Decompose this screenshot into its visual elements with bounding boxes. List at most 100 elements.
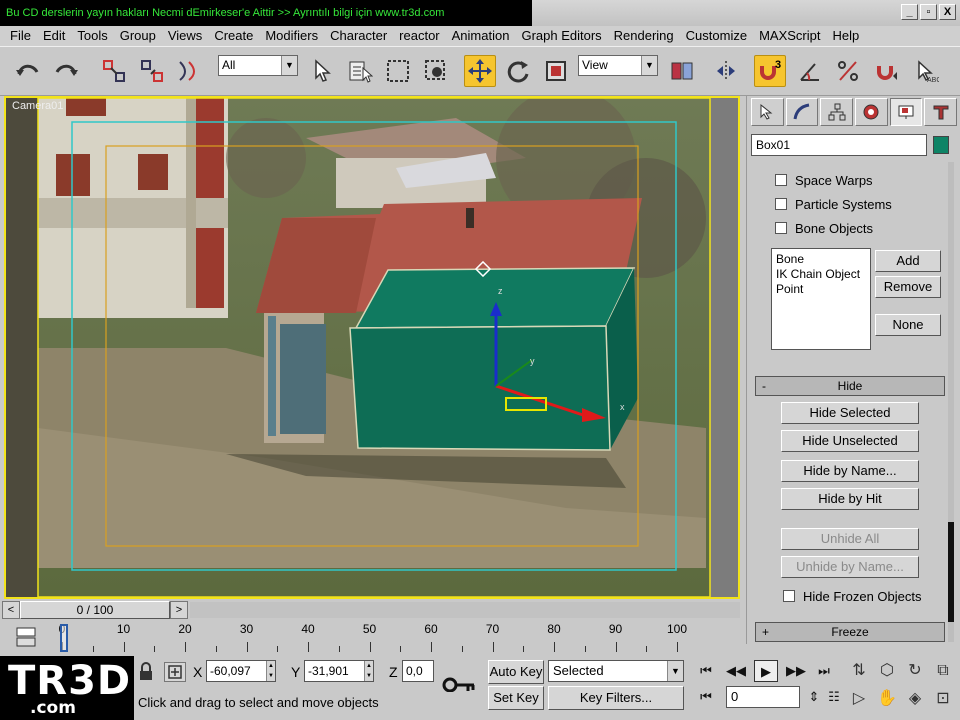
z-coordinate-field[interactable]: 0,0 — [402, 660, 434, 682]
undo-icon[interactable] — [12, 55, 44, 87]
unhide-all-button[interactable]: Unhide All — [781, 528, 919, 550]
track-bar-toggle-icon[interactable] — [14, 624, 40, 650]
mirror-icon[interactable] — [710, 55, 742, 87]
select-and-link-icon[interactable] — [98, 55, 130, 87]
menu-group[interactable]: Group — [114, 26, 162, 46]
redo-icon[interactable] — [50, 55, 82, 87]
lock-icon[interactable] — [138, 662, 154, 682]
named-selection-icon[interactable]: ABC — [910, 55, 942, 87]
current-frame-field[interactable]: 0 — [726, 686, 800, 708]
object-color-swatch[interactable] — [933, 136, 949, 154]
minimize-button[interactable]: _ — [901, 4, 918, 20]
play-icon[interactable]: ▶ — [754, 660, 778, 682]
viewport-label[interactable]: Camera01 — [12, 100, 63, 112]
hide-frozen-checkbox-row[interactable]: Hide Frozen Objects — [783, 586, 922, 606]
x-coordinate-field[interactable]: -60,097 ▲ ▼ — [206, 660, 276, 682]
hide-selected-button[interactable]: Hide Selected — [781, 402, 919, 424]
time-configuration-icon[interactable]: ☷ — [822, 686, 846, 708]
menu-file[interactable]: File — [4, 26, 37, 46]
none-button[interactable]: None — [875, 314, 941, 336]
field-of-view-icon[interactable]: ▷ — [846, 686, 872, 712]
bind-spacewarp-icon[interactable] — [174, 55, 206, 87]
restore-button[interactable]: ▫ — [920, 4, 937, 20]
key-mode-toggle-icon[interactable]: ⏮ — [694, 686, 718, 708]
menu-customize[interactable]: Customize — [680, 26, 753, 46]
select-by-name-icon[interactable] — [344, 55, 376, 87]
hide-rollout-header[interactable]: - Hide — [755, 376, 945, 396]
unhide-by-name-button[interactable]: Unhide by Name... — [781, 556, 919, 578]
key-set-dropdown[interactable]: Selected ▼ — [548, 660, 684, 682]
track-bar[interactable]: 0102030405060708090100 — [0, 620, 746, 656]
hide-unselected-button[interactable]: Hide Unselected — [781, 430, 919, 452]
zoom-icon[interactable]: ⇅ — [846, 658, 872, 684]
frame-ruler[interactable]: 0102030405060708090100 — [59, 620, 687, 656]
hide-by-name-button[interactable]: Hide by Name... — [781, 460, 919, 482]
time-slider-track[interactable] — [190, 602, 740, 618]
list-item[interactable]: Point — [776, 282, 866, 297]
motion-tab-icon[interactable] — [855, 98, 888, 126]
create-tab-icon[interactable] — [751, 98, 784, 126]
selection-filter-dropdown[interactable]: All ▼ — [218, 55, 298, 76]
particle-systems-checkbox-row[interactable]: Particle Systems — [775, 194, 892, 214]
select-and-rotate-icon[interactable] — [502, 55, 534, 87]
bone-objects-checkbox[interactable] — [775, 222, 787, 234]
freeze-rollout-header[interactable]: + Freeze — [755, 622, 945, 642]
menu-edit[interactable]: Edit — [37, 26, 71, 46]
maximize-viewport-icon[interactable]: ⊡ — [930, 686, 956, 712]
time-slider-thumb[interactable]: 0 / 100 — [20, 601, 170, 619]
select-object-icon[interactable] — [306, 55, 338, 87]
arc-rotate-icon[interactable]: ◈ — [902, 686, 928, 712]
y-coordinate-field[interactable]: -31,901 ▲ ▼ — [304, 660, 374, 682]
zoom-all-icon[interactable]: ⬡ — [874, 658, 900, 684]
next-frame-arrow[interactable]: > — [170, 601, 188, 619]
modify-tab-icon[interactable] — [785, 98, 819, 126]
space-warps-checkbox[interactable] — [775, 174, 787, 186]
spinner-snap-icon[interactable] — [870, 55, 902, 87]
menu-rendering[interactable]: Rendering — [608, 26, 680, 46]
orbit-icon[interactable]: ↻ — [902, 658, 928, 684]
angle-snap-icon[interactable] — [794, 55, 826, 87]
menu-maxscript[interactable]: MAXScript — [753, 26, 826, 46]
go-to-end-icon[interactable]: ⏭ — [812, 660, 836, 682]
scrollbar-thumb[interactable] — [948, 522, 954, 622]
current-frame-marker[interactable] — [60, 624, 68, 652]
select-and-scale-icon[interactable] — [540, 55, 572, 87]
bone-objects-checkbox-row[interactable]: Bone Objects — [775, 218, 873, 238]
object-name-field[interactable]: Box01 — [751, 134, 927, 156]
close-button[interactable]: X — [939, 4, 956, 20]
camera-viewport[interactable]: z y x Camera01 — [4, 96, 740, 599]
snap-3d-icon[interactable]: 3 — [754, 55, 786, 87]
rectangular-region-icon[interactable] — [382, 55, 414, 87]
spinner-icon[interactable]: ▲ ▼ — [364, 661, 373, 681]
particle-systems-checkbox[interactable] — [775, 198, 787, 210]
list-item[interactable]: IK Chain Object — [776, 267, 866, 282]
object-type-list[interactable]: Bone IK Chain Object Point — [771, 248, 871, 350]
go-to-start-icon[interactable]: ⏮ — [694, 660, 718, 682]
menu-animation[interactable]: Animation — [446, 26, 516, 46]
set-key-button[interactable]: Set Key — [488, 686, 544, 710]
pan-icon[interactable]: ✋ — [874, 686, 900, 712]
list-item[interactable]: Bone — [776, 252, 866, 267]
prev-frame-arrow[interactable]: < — [2, 601, 20, 619]
add-button[interactable]: Add — [875, 250, 941, 272]
utilities-tab-icon[interactable] — [924, 98, 958, 126]
percent-snap-icon[interactable] — [832, 55, 864, 87]
pivot-center-icon[interactable] — [666, 55, 698, 87]
menu-create[interactable]: Create — [208, 26, 259, 46]
menu-reactor[interactable]: reactor — [393, 26, 445, 46]
hide-by-hit-button[interactable]: Hide by Hit — [781, 488, 919, 510]
coord-system-dropdown[interactable]: View ▼ — [578, 55, 658, 76]
menu-views[interactable]: Views — [162, 26, 208, 46]
display-tab-icon[interactable] — [889, 98, 923, 126]
command-panel-scrollbar[interactable] — [948, 162, 954, 642]
auto-key-button[interactable]: Auto Key — [488, 660, 544, 684]
absolute-mode-icon[interactable] — [164, 662, 186, 682]
menu-graph-editors[interactable]: Graph Editors — [515, 26, 607, 46]
spinner-icon[interactable]: ▲ ▼ — [266, 661, 275, 681]
key-filters-button[interactable]: Key Filters... — [548, 686, 684, 710]
space-warps-checkbox-row[interactable]: Space Warps — [775, 170, 873, 190]
zoom-extents-all-icon[interactable]: ⧉ — [930, 658, 956, 684]
hide-frozen-checkbox[interactable] — [783, 590, 795, 602]
select-and-move-icon[interactable] — [464, 55, 496, 87]
window-crossing-icon[interactable] — [420, 55, 452, 87]
